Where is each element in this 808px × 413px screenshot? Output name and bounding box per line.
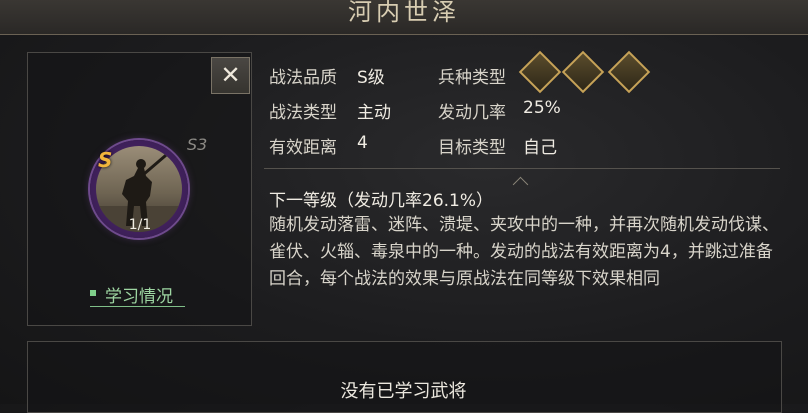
skill-level: S3	[187, 135, 208, 154]
next-level-text: 下一等级（发动几率26.1%）	[269, 191, 494, 211]
rate-label: 发动几率	[438, 103, 506, 123]
quality-value: S级	[357, 68, 385, 88]
learn-count: 1/1	[128, 217, 152, 233]
range-label: 有效距离	[269, 138, 337, 158]
learn-status-link[interactable]: 学习情况	[90, 282, 185, 307]
grade-badge: S	[98, 148, 113, 172]
type-value: 主动	[357, 103, 391, 123]
close-icon: ✕	[220, 61, 241, 89]
cavalry-troop-icon[interactable]	[607, 50, 651, 94]
range-value: 4	[357, 133, 368, 153]
page-title: 河内世泽	[348, 0, 460, 26]
quality-label: 战法品质	[269, 68, 337, 88]
target-label: 目标类型	[438, 138, 506, 158]
target-value: 自己	[523, 138, 557, 158]
skill-description: 随机发动落雷、迷阵、溃堤、夹攻中的一种，并再次随机发动伐谋、雀伏、火辎、毒泉中的…	[269, 215, 779, 289]
rate-value: 25%	[523, 98, 561, 118]
close-button[interactable]: ✕	[211, 57, 250, 94]
shield-troop-icon[interactable]	[561, 50, 605, 94]
divider	[264, 168, 780, 169]
empty-message: 没有已学习武将	[340, 381, 467, 402]
divider-notch	[512, 176, 529, 193]
bullet-icon	[90, 290, 96, 296]
learn-status-label: 学习情况	[105, 287, 173, 307]
bow-troop-icon[interactable]	[518, 50, 562, 94]
type-label: 战法类型	[269, 103, 337, 123]
troop-type-label: 兵种类型	[438, 68, 506, 88]
title-bar: 河内世泽	[0, 0, 808, 35]
